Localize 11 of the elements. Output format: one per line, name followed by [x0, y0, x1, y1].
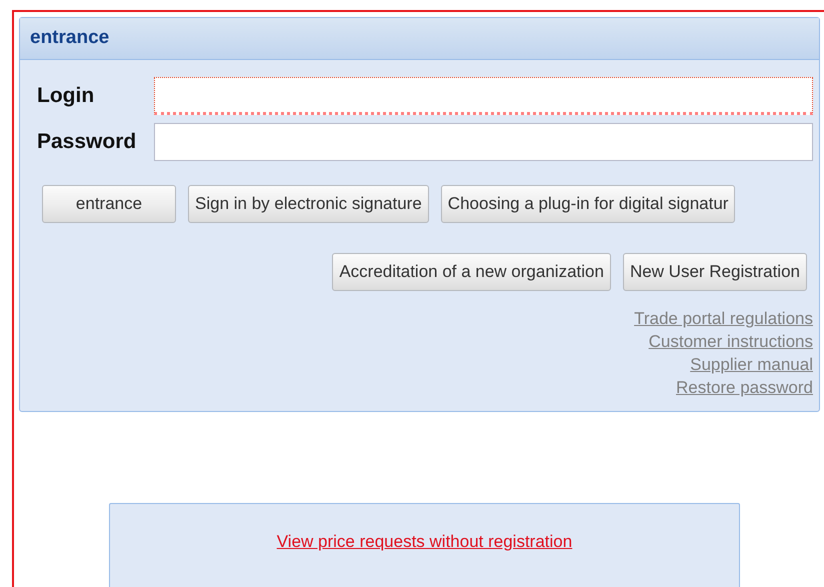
registration-button[interactable]: New User Registration: [622, 253, 807, 291]
field-label: Password: [37, 129, 138, 156]
panel-title: entrance: [30, 26, 110, 50]
guest-link[interactable]: View price requests without registration: [276, 529, 572, 554]
plugin-button[interactable]: Choosing a plug-in for digital signatur: [440, 185, 736, 223]
input-field[interactable]: [154, 123, 813, 161]
accreditation-button[interactable]: Accreditation of a new organization: [332, 253, 611, 291]
input-field[interactable]: [154, 77, 813, 115]
field-label: Login: [37, 83, 96, 110]
signature-button[interactable]: Sign in by electronic signature: [188, 185, 429, 223]
entrance-button[interactable]: entrance: [42, 185, 176, 223]
